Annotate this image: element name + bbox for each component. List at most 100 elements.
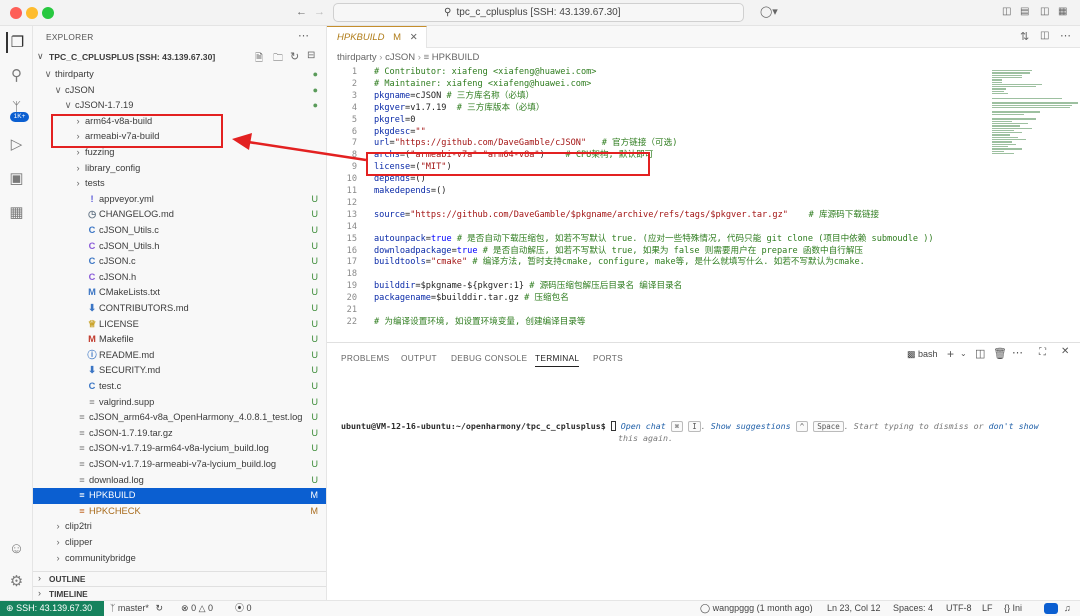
new-terminal-icon[interactable]: + — [947, 347, 954, 361]
git-blame-indicator[interactable]: ◯ wangpggg (1 month ago) — [700, 601, 813, 616]
timeline-section[interactable]: › TIMELINE — [33, 586, 326, 600]
tree-item[interactable]: ⬇ CONTRIBUTORS.md U — [33, 301, 326, 317]
git-status-badge: ● — [312, 84, 318, 95]
tab-debug-console[interactable]: DEBUG CONSOLE — [451, 353, 527, 364]
chevron-down-icon[interactable]: ⌄ — [960, 349, 967, 358]
tab-output[interactable]: OUTPUT — [401, 353, 437, 364]
remote-explorer-icon[interactable]: ▣ — [6, 168, 27, 189]
indentation[interactable]: Spaces: 4 — [893, 601, 933, 616]
outline-section[interactable]: › OUTLINE — [33, 571, 326, 586]
tree-item[interactable]: ♕ LICENSE U — [33, 317, 326, 333]
tree-item[interactable]: ⬇ SECURITY.md U — [33, 363, 326, 379]
tree-item[interactable]: ≡ valgrind.supp U — [33, 395, 326, 411]
split-editor-icon[interactable]: ◫ — [1040, 30, 1049, 41]
language-mode[interactable]: {} Ini — [1004, 601, 1022, 616]
tree-item[interactable]: ⓘ README.md U — [33, 348, 326, 364]
tab-problems[interactable]: PROBLEMS — [341, 353, 390, 364]
customize-layout-icon[interactable]: ▦ — [1058, 5, 1067, 19]
tree-item[interactable]: Ctest.c U — [33, 379, 326, 395]
tree-item[interactable]: ∨ thirdparty ● — [33, 67, 326, 83]
terminal-profile[interactable]: ▩ bash — [907, 349, 938, 360]
tree-item[interactable]: › tests — [33, 176, 326, 192]
refresh-icon[interactable]: ↻ — [290, 50, 299, 63]
tree-item[interactable]: › communitybridge — [33, 551, 326, 567]
tree-item[interactable]: ≡ cJSON-v1.7.19-armeabi-v7a-lycium_build.… — [33, 457, 326, 473]
dont-show-link[interactable]: don't show — [989, 421, 1039, 431]
tree-item[interactable]: M Makefile U — [33, 332, 326, 348]
command-center[interactable]: ⚲ tpc_c_cplusplus [SSH: 43.139.67.30] — [333, 3, 744, 22]
tree-item[interactable]: ≡ cJSON-1.7.19.tar.gz U — [33, 426, 326, 442]
workspace-root[interactable]: ∨ TPC_C_CPLUSPLUS [SSH: 43.139.67.30] 🗎 … — [33, 50, 326, 66]
tree-item[interactable]: ≡ HPKBUILD M — [33, 488, 326, 504]
minimap[interactable] — [988, 66, 1080, 342]
tree-item[interactable]: ∨ cJSON ● — [33, 83, 326, 99]
tree-item[interactable]: CcJSON_Utils.h U — [33, 239, 326, 255]
tree-item[interactable]: ≡ cJSON_arm64-v8a_OpenHarmony_4.0.8.1_tes… — [33, 410, 326, 426]
tab-hpkbuild[interactable]: HPKBUILD M ✕ — [327, 26, 427, 48]
maximize-panel-icon[interactable]: ⛶ — [1039, 347, 1046, 358]
ports-indicator[interactable]: ⦿ 0 — [235, 601, 252, 616]
zoom-window-button[interactable] — [42, 7, 54, 19]
show-suggestions-link[interactable]: Show suggestions — [711, 421, 791, 431]
toggle-sidebar-icon[interactable]: ◫ — [1002, 5, 1011, 19]
sync-icon[interactable]: ↻ — [155, 603, 163, 613]
tree-item[interactable]: › clip2tri — [33, 519, 326, 535]
manage-gear-icon[interactable]: ⚙ — [6, 571, 27, 592]
more-actions-icon[interactable]: ⋯ — [1012, 346, 1023, 359]
toggle-secondary-sidebar-icon[interactable]: ◫ — [1040, 5, 1049, 19]
cursor-position[interactable]: Ln 23, Col 12 — [827, 601, 881, 616]
new-file-icon[interactable]: 🗎 — [255, 51, 263, 68]
tree-item[interactable]: CcJSON.h U — [33, 270, 326, 286]
explorer-icon[interactable]: ❐ — [6, 32, 27, 53]
close-icon[interactable]: ✕ — [410, 32, 418, 43]
account-icon[interactable]: ☺ — [6, 538, 27, 559]
trash-icon[interactable]: 🗑 — [993, 347, 1007, 360]
code-editor[interactable]: 1 # Contributor: xiafeng <xiafeng@huawei.… — [327, 66, 1080, 342]
new-folder-icon[interactable]: 🗀 — [273, 51, 283, 68]
remote-indicator[interactable]: ⊕ SSH: 43.139.67.30 — [0, 601, 104, 616]
breadcrumb-item[interactable]: cJSON — [385, 52, 415, 63]
tree-item[interactable]: CcJSON_Utils.c U — [33, 223, 326, 239]
file-type-icon: ≡ — [79, 459, 85, 469]
line-number: 1 — [351, 67, 357, 77]
tree-item[interactable]: › library_config — [33, 161, 326, 177]
problems-indicator[interactable]: ⊗ 0 △ 0 — [181, 601, 213, 616]
back-arrow-icon[interactable]: ← — [296, 5, 307, 19]
extensions-icon[interactable]: ▦ — [6, 202, 27, 223]
tree-item[interactable]: ≡ HPKCHECK M — [33, 504, 326, 520]
open-chat-link[interactable]: Open chat — [621, 421, 666, 431]
minimize-window-button[interactable] — [26, 7, 38, 19]
tab-terminal[interactable]: TERMINAL — [535, 353, 580, 367]
end-of-line[interactable]: LF — [982, 601, 993, 616]
tree-item[interactable]: ∨ cJSON-1.7.19 ● — [33, 98, 326, 114]
tree-item[interactable]: ◷ CHANGELOG.md U — [33, 207, 326, 223]
copilot-status-icon[interactable] — [1044, 603, 1058, 614]
encoding[interactable]: UTF-8 — [946, 601, 972, 616]
tree-item[interactable]: ≡ download.log U — [33, 473, 326, 489]
keycap: ⌘ — [670, 421, 684, 432]
more-actions-icon[interactable]: ⋯ — [298, 29, 309, 42]
copilot-icon[interactable]: ◯▾ — [760, 5, 778, 19]
tree-item[interactable]: ≡ cJSON-v1.7.19-arm64-v8a-lycium_build.lo… — [33, 441, 326, 457]
tree-item[interactable]: › clipper — [33, 535, 326, 551]
notifications-bell-icon[interactable]: ♫ — [1064, 601, 1071, 616]
split-terminal-icon[interactable]: ◫ — [975, 347, 985, 360]
branch-indicator[interactable]: ᛉ master* ↻ — [110, 601, 163, 616]
breadcrumb-item[interactable]: HPKBUILD — [432, 52, 480, 63]
tree-item[interactable]: CcJSON.c U — [33, 254, 326, 270]
run-debug-icon[interactable]: ▷ — [6, 134, 27, 155]
close-icon[interactable]: ✕ — [1061, 346, 1069, 357]
toggle-panel-icon[interactable]: ▤ — [1020, 5, 1029, 19]
tree-item[interactable]: M CMakeLists.txt U — [33, 285, 326, 301]
tree-item[interactable]: ! appveyor.yml U — [33, 192, 326, 208]
close-window-button[interactable] — [10, 7, 22, 19]
keycap: ^ — [795, 421, 809, 432]
terminal-output[interactable]: ubuntu@VM-12-16-ubuntu:~/openharmony/tpc… — [341, 421, 1039, 444]
breadcrumb-item[interactable]: thirdparty — [337, 52, 377, 63]
forward-arrow-icon[interactable]: → — [314, 5, 325, 19]
collapse-all-icon[interactable]: ⊟ — [307, 50, 315, 61]
more-actions-icon[interactable]: ⋯ — [1060, 29, 1071, 42]
tab-ports[interactable]: PORTS — [593, 353, 623, 364]
search-icon[interactable]: ⚲ — [6, 65, 27, 86]
compare-changes-icon[interactable]: ⇅ — [1020, 30, 1029, 43]
